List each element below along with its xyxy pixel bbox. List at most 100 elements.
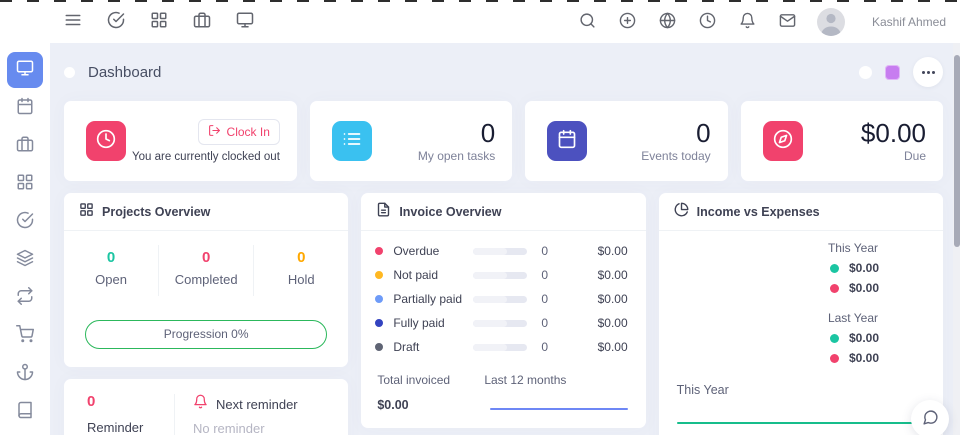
repeat-icon: [16, 287, 34, 310]
events-today-label: Events today: [587, 149, 710, 163]
notifications-button[interactable]: [737, 11, 759, 33]
sidebar-item-calendar[interactable]: [7, 90, 43, 126]
sidebar-item-work[interactable]: [7, 128, 43, 164]
projects-overview-title: Projects Overview: [102, 205, 210, 219]
total-invoiced-value: $0.00: [377, 398, 484, 412]
events-icon-box: [547, 121, 587, 161]
income-dot: [830, 334, 839, 343]
grid-icon: [150, 11, 168, 32]
menu-toggle-button[interactable]: [62, 11, 84, 33]
progress-bar: [473, 344, 527, 351]
layers-icon: [16, 249, 34, 272]
log-in-icon: [208, 124, 221, 140]
shopping-cart-icon: [16, 325, 34, 348]
stat-open-value: 0: [64, 250, 158, 267]
stat-open: 0 Open: [64, 245, 159, 296]
expense-dot: [830, 284, 839, 293]
search-icon: [579, 12, 596, 32]
clock-icon-box: [86, 121, 126, 161]
quick-dashboard-button[interactable]: [234, 11, 256, 33]
calendar-icon: [557, 129, 577, 154]
header-widget-indicator: [885, 65, 900, 80]
menu-icon: [64, 11, 82, 32]
quick-tasks-button[interactable]: [105, 11, 127, 33]
invoice-row-draft: Draft 0 $0.00: [375, 335, 627, 359]
chat-button[interactable]: [911, 400, 949, 435]
sidebar: [0, 0, 50, 435]
briefcase-icon: [193, 11, 211, 32]
clock-icon: [699, 12, 716, 32]
sidebar-item-recurring[interactable]: [7, 280, 43, 316]
messages-button[interactable]: [777, 11, 799, 33]
progress-bar: [473, 296, 527, 303]
stat-hold-value: 0: [254, 250, 348, 267]
invoice-overview-card: Invoice Overview Overdue 0 $0.00 Not pai…: [361, 193, 645, 428]
scrollbar-thumb[interactable]: [954, 55, 960, 247]
stat-completed-label: Completed: [159, 272, 253, 287]
vertical-scrollbar[interactable]: [953, 43, 960, 435]
page-header: Dashboard: [64, 43, 943, 101]
progress-bar: [473, 248, 527, 255]
progress-bar: [473, 272, 527, 279]
avatar[interactable]: [817, 8, 845, 36]
legend-last-year-label: Last Year: [828, 311, 879, 325]
quick-add-button[interactable]: [617, 11, 639, 33]
monitor-icon: [16, 59, 34, 82]
compass-icon: [773, 129, 793, 154]
quick-work-button[interactable]: [191, 11, 213, 33]
grid-icon: [16, 173, 34, 196]
invoice-row-fully-paid: Fully paid 0 $0.00: [375, 311, 627, 335]
book-icon: [16, 401, 34, 424]
sidebar-item-dashboard[interactable]: [7, 52, 43, 88]
clock-status-text: You are currently clocked out: [132, 151, 280, 163]
reminder-today-block: 0 Reminder Today: [64, 394, 175, 435]
ellipsis-icon: [922, 71, 925, 74]
sidebar-item-layers[interactable]: [7, 242, 43, 278]
open-tasks-card: 0 My open tasks: [310, 101, 512, 181]
invoice-overview-header: Invoice Overview: [361, 193, 645, 231]
sidebar-item-knowledge[interactable]: [7, 394, 43, 430]
calendar-icon: [16, 97, 34, 120]
check-circle-icon: [16, 211, 34, 234]
legend-this-year-label: This Year: [828, 241, 879, 255]
time-log-button[interactable]: [697, 11, 719, 33]
projects-stats: 0 Open 0 Completed 0 Hold: [64, 245, 348, 296]
due-label: Due: [803, 149, 926, 163]
invoice-row-not-paid: Not paid 0 $0.00: [375, 263, 627, 287]
sidebar-item-orders[interactable]: [7, 318, 43, 354]
next-reminder-block: Next reminder No reminder: [175, 394, 298, 435]
quick-projects-button[interactable]: [148, 11, 170, 33]
legend-item: $0.00: [828, 331, 879, 345]
header-dot-indicator: [859, 66, 872, 79]
dashboard-content: Dashboard Clock In Y: [50, 43, 960, 435]
invoice-rows: Overdue 0 $0.00 Not paid 0 $0.00: [361, 231, 645, 359]
chart-axis-label: This Year: [677, 383, 729, 397]
list-icon: [342, 129, 362, 154]
language-button[interactable]: [657, 11, 679, 33]
check-circle-icon: [107, 11, 125, 32]
title-dot: [64, 67, 75, 78]
panels-row: Projects Overview 0 Open 0 Completed 0: [64, 193, 943, 435]
sidebar-item-anchor[interactable]: [7, 356, 43, 392]
tasks-icon-box: [332, 121, 372, 161]
sidebar-item-projects[interactable]: [7, 166, 43, 202]
summary-cards-row: Clock In You are currently clocked out 0…: [64, 101, 943, 181]
user-name[interactable]: Kashif Ahmed: [872, 15, 946, 29]
page-title: Dashboard: [88, 64, 161, 81]
search-button[interactable]: [577, 11, 599, 33]
income-vs-expenses-title: Income vs Expenses: [697, 205, 820, 219]
income-vs-expenses-header: Income vs Expenses: [659, 193, 943, 231]
status-dot: [375, 319, 383, 327]
progress-bar: [473, 320, 527, 327]
due-card: $0.00 Due: [741, 101, 943, 181]
sidebar-item-tasks[interactable]: [7, 204, 43, 240]
clock-in-button[interactable]: Clock In: [198, 119, 280, 145]
invoice-row-overdue: Overdue 0 $0.00: [375, 239, 627, 263]
open-tasks-label: My open tasks: [372, 149, 495, 163]
legend-item: $0.00: [828, 281, 879, 295]
more-options-button[interactable]: [913, 57, 943, 87]
globe-icon: [659, 12, 676, 32]
legend-item: $0.00: [828, 351, 879, 365]
open-tasks-value: 0: [372, 120, 495, 146]
income-dot: [830, 264, 839, 273]
